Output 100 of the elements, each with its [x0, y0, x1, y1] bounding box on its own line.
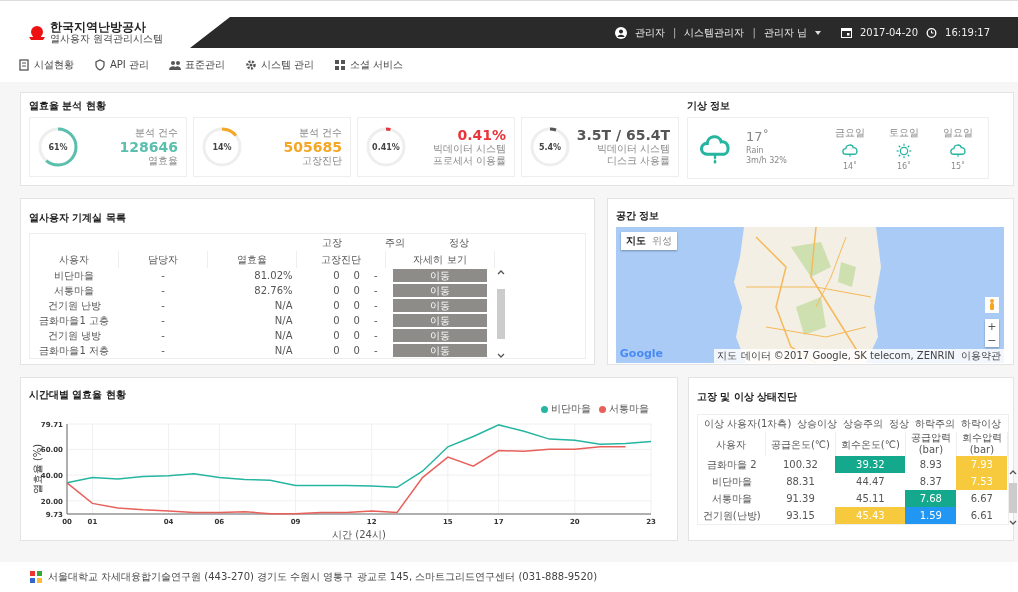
stat-caption: 고장진단 — [302, 155, 342, 168]
table-cell-text: 0 — [353, 314, 360, 328]
people-icon — [169, 59, 181, 71]
column-header: 사용자 — [30, 251, 119, 268]
table-cell: 81.02% — [207, 268, 297, 283]
footer-text: 서울대학교 차세대융합기술연구원 (443-270) 경기도 수원시 영통구 광교로 145, 스마트그리드연구센터 (031-888-9520) — [48, 570, 598, 584]
gear-icon — [245, 59, 257, 71]
separator: | — [673, 27, 677, 38]
stat-caption: 빅데이터 시스템 — [432, 143, 506, 156]
column-header: 사용자 — [698, 432, 766, 456]
table-cell: 비단마을 — [30, 268, 119, 283]
table-cell: 6.67 — [956, 490, 1008, 507]
table-cell: 91.39 — [765, 490, 836, 507]
table-cell-text: 건기원 냉방 — [46, 329, 102, 343]
map-type-tab[interactable]: 위성 — [651, 234, 672, 248]
caret-icon — [814, 30, 821, 35]
scrollbar[interactable] — [1008, 470, 1017, 525]
table-cell-text: 서통마을 — [710, 492, 753, 506]
column-header: 공급온도(℃) — [765, 432, 836, 456]
panel-title: 열사용자 기계실 목록 — [29, 211, 127, 225]
panel-title: 열효율 분석 현황 — [29, 99, 107, 113]
table-cell-text: 건기원 난방 — [46, 299, 102, 313]
forecast-day: 토요일 — [889, 125, 919, 140]
nav-link[interactable]: 시스템 관리 — [261, 58, 315, 72]
table-cell-text: 비단마을 — [710, 475, 753, 489]
table-cell-text: 0 — [333, 344, 340, 358]
table-cell-text: N/A — [273, 299, 294, 313]
legend-label: 상승이상 — [797, 417, 838, 431]
axis-title: 시간 (24시) — [332, 529, 386, 540]
table-cell-text: 0 — [353, 269, 360, 283]
map-type-tab[interactable]: 지도 — [625, 234, 646, 248]
sun-icon — [895, 141, 913, 160]
table-cell: 88.31 — [765, 473, 836, 490]
table-cell: 7.53 — [956, 473, 1008, 490]
forecast-day: 금요일 — [835, 125, 865, 140]
stat-caption: 디스크 사용률 — [606, 155, 670, 168]
clock-icon — [926, 27, 938, 38]
table-cell-text: N/A — [273, 314, 294, 328]
stat-value: 505685 — [283, 138, 342, 156]
cloud-icon — [949, 141, 967, 160]
legend-label: 비단마을 — [551, 402, 591, 416]
map-brand: Google — [619, 347, 664, 360]
column-header: 자세히 보기 — [385, 251, 495, 268]
table-cell-text: 82.76% — [253, 284, 294, 298]
table-cell: 7.68 — [905, 490, 957, 507]
separator: | — [752, 27, 756, 38]
shield-icon — [94, 59, 106, 71]
document-icon — [18, 59, 30, 71]
table-cell-text: - — [160, 344, 166, 358]
table-cell-text: 0 — [333, 269, 340, 283]
gauge-ring — [36, 125, 80, 169]
legend-label: 정상 — [889, 417, 910, 431]
table-cell-text: 0 — [333, 314, 340, 328]
panel-title: 고장 및 이상 상태진단 — [697, 390, 799, 404]
cloud-icon — [841, 141, 859, 160]
table-cell-text: - — [160, 314, 166, 328]
chevron-up-icon[interactable] — [1008, 470, 1017, 475]
stat-caption: 빅데이터 시스템 — [596, 143, 670, 156]
table-cell-text: 0 — [333, 284, 340, 298]
user-menu[interactable]: 관리자 님 — [763, 25, 807, 40]
terms-link[interactable]: 이용약관 — [960, 349, 1001, 363]
table-cell: 1.59 — [905, 507, 957, 524]
current-temperature: 17˚ — [746, 129, 771, 146]
chevron-down-icon[interactable] — [1008, 520, 1017, 525]
nav-link[interactable]: 소셜 서비스 — [350, 58, 404, 72]
table-cell-text: 0 — [333, 299, 340, 313]
user-group: 시스템관리자 — [684, 25, 745, 40]
scrollbar[interactable] — [495, 270, 507, 358]
grid-icon — [334, 59, 347, 71]
table-cell: 45.11 — [835, 490, 906, 507]
panel-title: 기상 정보 — [687, 99, 732, 113]
table-cell-text: 금화마을1 고층 — [38, 314, 110, 328]
time-text: 16:19:17 — [945, 27, 990, 38]
gauge-label: 0.41% — [372, 142, 400, 152]
logo-subtitle: 열사용자 원격관리시스템 — [50, 34, 164, 44]
column-header: 고장진단 — [296, 251, 386, 268]
nav-link[interactable]: 표준관리 — [185, 58, 225, 72]
logo-icon — [30, 571, 42, 583]
calendar-icon — [840, 27, 852, 38]
logo-title: 한국지역난방공사 — [50, 21, 146, 33]
legend-label: 하락이상 — [961, 417, 1002, 431]
nav-link[interactable]: API 관리 — [110, 58, 149, 72]
map-attribution: 지도 데이터 ©2017 Google, SK telecom, ZENRIN — [717, 349, 955, 363]
table-cell-text: 0 — [353, 344, 360, 358]
table-cell-text: 금화마을1 저층 — [38, 344, 110, 358]
column-header: 담당자 — [118, 251, 208, 268]
forecast-temperature: 15˚ — [950, 161, 966, 171]
table-cell: 93.15 — [765, 507, 836, 524]
table-cell-text: - — [160, 299, 166, 313]
table-cell: 44.47 — [835, 473, 906, 490]
nav-link[interactable]: 시설현황 — [34, 58, 74, 72]
chevron-up-icon[interactable] — [497, 270, 505, 275]
date-text: 2017-04-20 — [859, 27, 919, 38]
forecast-day: 일요일 — [943, 125, 973, 140]
table-cell-text: 0 — [353, 329, 360, 343]
forecast-temperature: 16˚ — [896, 161, 912, 171]
table-cell-text: - — [160, 284, 166, 298]
chevron-down-icon[interactable] — [497, 353, 505, 358]
panel-title: 공간 정보 — [615, 209, 661, 223]
stat-caption: 분석 건수 — [134, 126, 178, 139]
